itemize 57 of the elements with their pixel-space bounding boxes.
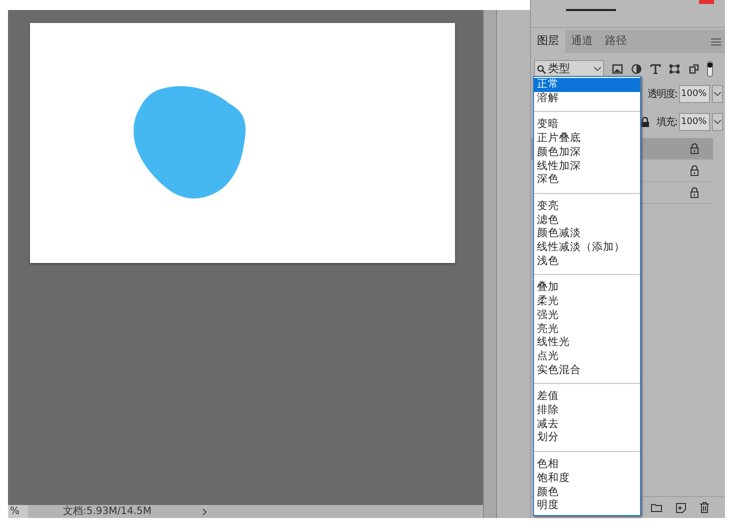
panel-tab[interactable]: 路径 — [599, 30, 633, 53]
menu-item[interactable]: 溶解 — [534, 92, 640, 106]
opacity-label: 透明度: — [648, 88, 677, 102]
opacity-input[interactable]: 100% — [679, 85, 710, 103]
chevron-right-icon[interactable] — [202, 508, 207, 516]
type-filter-icon[interactable] — [650, 64, 661, 74]
menu-item[interactable]: 颜色减淡 — [534, 227, 640, 242]
document-size: 文档:5.93M/14.5M — [63, 505, 152, 518]
menu-item[interactable]: 滤色 — [534, 214, 640, 228]
menu-item[interactable]: 浅色 — [534, 254, 640, 268]
menu-item[interactable]: 减去 — [534, 418, 640, 432]
menu-item[interactable]: 变暗 — [534, 118, 640, 132]
lock-icon — [690, 187, 699, 198]
menu-item[interactable]: 饱和度 — [534, 472, 640, 486]
menu-item[interactable]: 亮光 — [534, 322, 640, 336]
menu-item[interactable]: 正片叠底 — [534, 132, 640, 146]
shape-filter-icon[interactable] — [669, 64, 680, 74]
menu-item[interactable]: 排除 — [534, 404, 640, 418]
caret-icon[interactable] — [714, 92, 721, 96]
image-filter-icon[interactable] — [612, 64, 623, 74]
menu-item[interactable]: 色相 — [534, 458, 640, 472]
lock-icon — [690, 165, 699, 176]
menu-item[interactable]: 强光 — [534, 308, 640, 323]
fill-label: 填充: — [656, 116, 677, 130]
menu-item[interactable]: 划分 — [534, 431, 640, 446]
toggle-switch-icon[interactable] — [707, 61, 713, 77]
panel-tab[interactable]: 图层 — [531, 30, 565, 53]
menu-item[interactable]: 线性加深 — [534, 160, 640, 174]
menu-item[interactable]: 点光 — [534, 350, 640, 364]
new-layer-icon[interactable] — [676, 502, 686, 512]
menu-item[interactable]: 正常 — [534, 78, 640, 92]
menu-item[interactable]: 变亮 — [534, 200, 640, 214]
scrollbar-track[interactable] — [483, 10, 497, 518]
menu-item[interactable]: 深色 — [534, 173, 640, 187]
color-swatch — [699, 0, 714, 4]
menu-item[interactable]: 叠加 — [534, 281, 640, 296]
menu-item[interactable]: 明度 — [534, 499, 640, 513]
caret-icon[interactable] — [714, 120, 721, 124]
smart-object-filter-icon[interactable] — [688, 64, 699, 74]
caret-icon — [594, 67, 601, 71]
menu-item[interactable]: 颜色 — [534, 486, 640, 500]
menu-item[interactable]: 柔光 — [534, 295, 640, 309]
menu-item[interactable]: 线性减淡（添加） — [534, 241, 640, 255]
menu-icon[interactable] — [711, 38, 721, 46]
menu-item[interactable]: 实色混合 — [534, 364, 640, 378]
adjustment-filter-icon[interactable] — [631, 64, 642, 74]
menu-item[interactable]: 差值 — [534, 390, 640, 404]
folder-icon[interactable] — [651, 503, 662, 512]
lock-icon — [640, 117, 649, 127]
fill-input[interactable]: 100% — [679, 113, 710, 131]
lock-icon — [690, 143, 699, 154]
panel-tab[interactable]: 通道 — [565, 30, 599, 53]
zoom-value: % — [8, 505, 28, 518]
menu-item[interactable]: 颜色加深 — [534, 146, 640, 160]
menu-item[interactable]: 线性光 — [534, 336, 640, 350]
search-icon — [537, 64, 546, 74]
trash-icon[interactable] — [700, 502, 709, 513]
